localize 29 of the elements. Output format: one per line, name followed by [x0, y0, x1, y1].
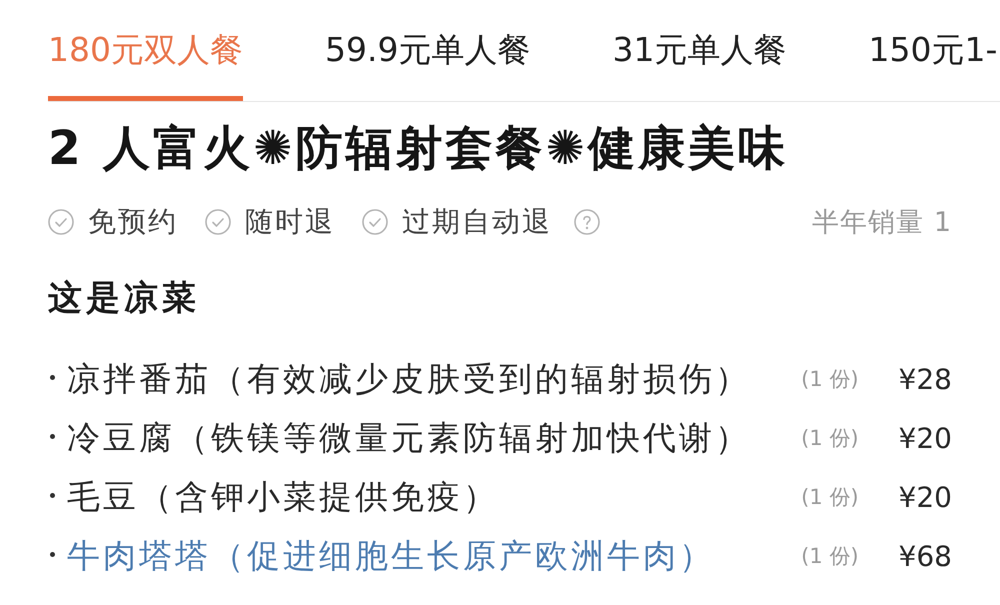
check-circle-icon [362, 209, 388, 235]
tab[interactable]: 150元1- [868, 0, 998, 101]
dish-price: ¥20 [898, 422, 952, 454]
check-circle-icon [205, 209, 231, 235]
dish-quantity: (1 份) [801, 543, 859, 570]
dish-name: 毛豆（含钾小菜提供免疫） [67, 476, 500, 518]
dish-price: ¥20 [898, 480, 952, 514]
tag-label: 过期自动退 [402, 204, 552, 240]
sales-count: 半年销量 1 [812, 206, 952, 240]
bullet-icon [50, 434, 55, 438]
dish-name: 牛肉塔塔（促进细胞生长原产欧洲牛肉） [67, 534, 716, 576]
dish-price: ¥68 [898, 540, 952, 572]
tag-label: 随时退 [245, 204, 335, 240]
dish-name: 凉拌番茄（有效减少皮肤受到的辐射损伤） [67, 358, 752, 400]
tag-label: 免预约 [88, 204, 178, 240]
check-circle-icon [48, 209, 74, 235]
help-icon[interactable] [574, 209, 600, 235]
bullet-icon [50, 552, 55, 556]
tab[interactable]: 59.9元单人餐 [325, 0, 530, 101]
bullet-icon [50, 492, 55, 498]
dish-quantity: (1 份) [801, 366, 859, 393]
section-heading: 这是凉菜 [48, 277, 201, 320]
package-title: 2 人富火✺防辐射套餐✺健康美味 [48, 122, 789, 176]
dish-quantity: (1 份) [801, 425, 859, 452]
dish-quantity: (1 份) [801, 484, 859, 511]
bullet-icon [50, 374, 55, 380]
dish-price: ¥28 [898, 362, 952, 396]
tab[interactable]: 31元单人餐 [612, 0, 786, 101]
dish-name: 冷豆腐（铁镁等微量元素防辐射加快代谢） [67, 416, 752, 458]
